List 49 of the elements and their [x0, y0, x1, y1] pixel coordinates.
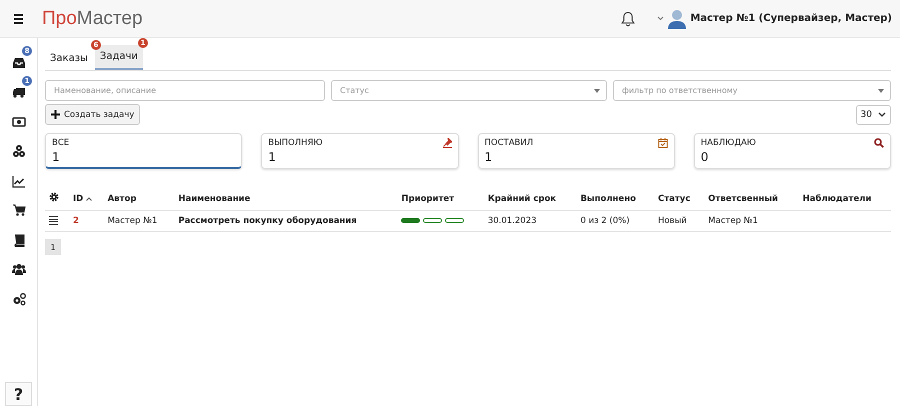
user-name[interactable]: Мастер №1 (Супервайзер, Мастер) [690, 13, 892, 24]
page-size-dropdown[interactable]: 30 [856, 104, 891, 124]
filter-card[interactable]: НАБЛЮДАЮ 0 [694, 133, 891, 169]
table-cell: Мастер №1 [108, 216, 158, 226]
settings-icon[interactable] [49, 192, 59, 202]
users-icon[interactable] [12, 262, 26, 276]
tab[interactable]: Заказы [45, 47, 95, 70]
truck-icon[interactable] [12, 85, 26, 100]
parts-icon[interactable] [12, 144, 26, 158]
row-menu-icon[interactable] [49, 216, 58, 225]
filter-card[interactable]: ВЫПОЛНЯЮ 1 [261, 133, 458, 169]
table-cell: 0 из 2 (0%) [580, 216, 630, 226]
chart-icon[interactable] [12, 174, 26, 188]
column-header[interactable]: Ответсвенный [708, 194, 778, 204]
bell-icon[interactable] [621, 10, 636, 26]
caret-icon[interactable] [657, 16, 664, 21]
column-header[interactable]: Наименование [178, 194, 250, 204]
table-cell: Новый [658, 216, 687, 226]
menu-icon[interactable] [14, 14, 23, 24]
plus-icon [51, 110, 60, 119]
table-cell: Мастер №1 [708, 216, 758, 226]
filter-card[interactable]: ВСЕ 1 [45, 133, 242, 169]
gears-icon[interactable] [12, 292, 26, 306]
search-field[interactable]: Наменование, описание [45, 80, 325, 101]
task-name[interactable]: Рассмотреть покупку оборудования [178, 216, 357, 226]
column-header[interactable]: ID [73, 194, 84, 204]
help-button[interactable]: ? [5, 382, 32, 406]
task-id-link[interactable]: 2 [73, 216, 79, 226]
search-icon [874, 138, 884, 148]
inbox-icon[interactable] [12, 56, 26, 70]
column-header[interactable]: Крайний срок [488, 194, 556, 204]
chevron-icon [878, 112, 886, 117]
money-icon[interactable] [12, 114, 26, 129]
filter-card[interactable]: ПОСТАВИЛ 1 [478, 133, 675, 169]
table-cell: 30.01.2023 [488, 216, 537, 226]
column-header[interactable]: Выполнено [580, 194, 636, 204]
create-task-button[interactable]: Создать задачу [45, 104, 140, 125]
page-button[interactable]: 1 [45, 239, 61, 255]
avatar-icon[interactable] [668, 8, 686, 28]
pin-icon [442, 138, 452, 148]
column-header[interactable]: Приоритет [401, 194, 454, 204]
book-icon[interactable] [12, 232, 26, 247]
app-logo: ПроМастер [42, 8, 143, 30]
column-header[interactable]: Статус [658, 194, 690, 204]
sort-caret-icon[interactable] [86, 196, 92, 200]
column-header[interactable]: Наблюдатели [802, 194, 872, 204]
calendar-icon [658, 138, 668, 148]
cart-icon[interactable] [12, 203, 26, 218]
column-header[interactable]: Автор [108, 194, 136, 204]
